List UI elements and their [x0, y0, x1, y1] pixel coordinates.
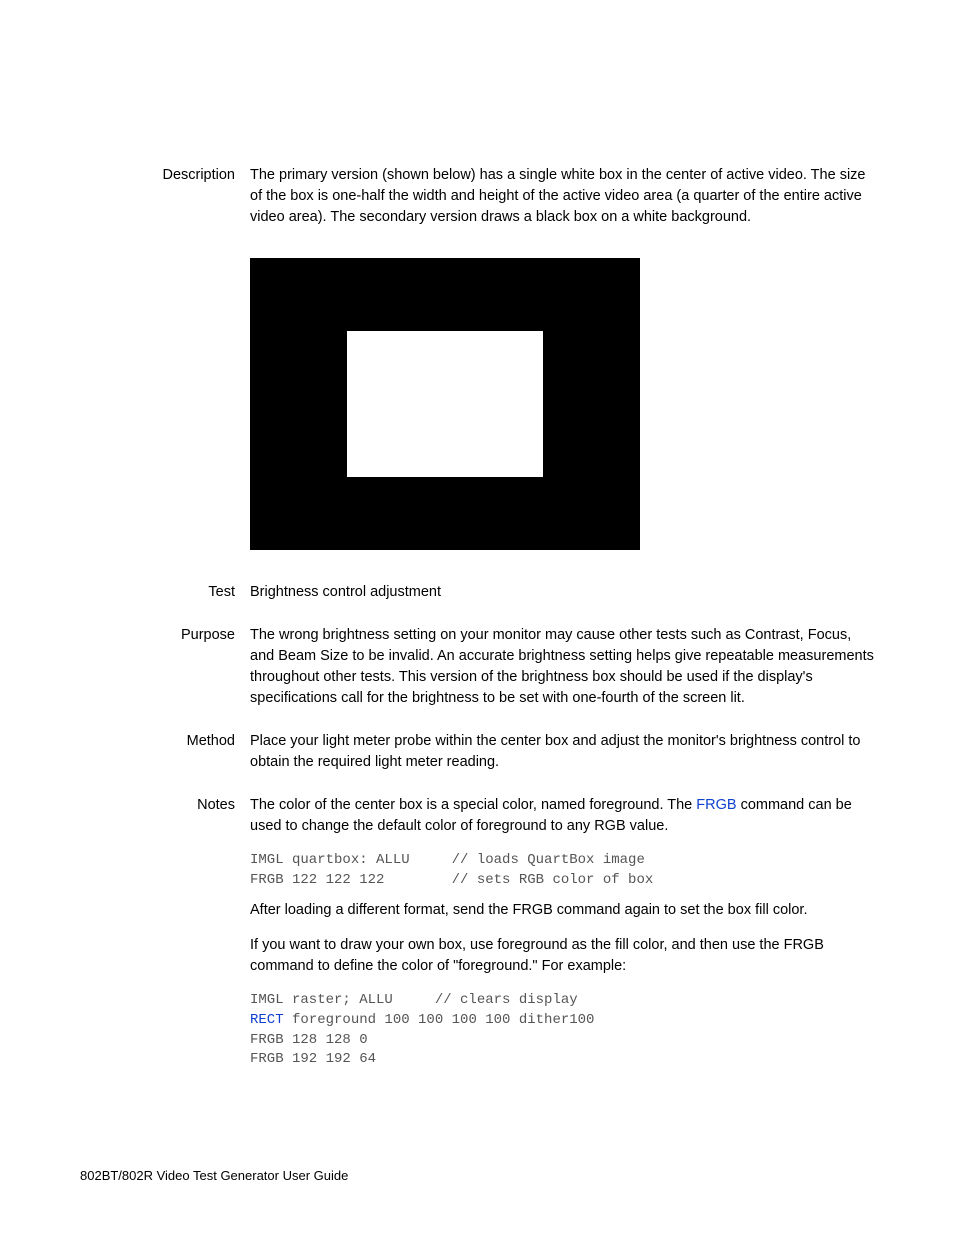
quartbox-white-center	[347, 331, 543, 477]
purpose-text: The wrong brightness setting on your mon…	[250, 625, 874, 709]
rect-link[interactable]: RECT	[250, 1012, 284, 1028]
description-row: Description The primary version (shown b…	[80, 165, 874, 228]
notes-row: Notes The color of the center box is a s…	[80, 795, 874, 1080]
figure-row	[80, 250, 874, 560]
purpose-row: Purpose The wrong brightness setting on …	[80, 625, 874, 709]
notes-p3: If you want to draw your own box, use fo…	[250, 935, 874, 977]
code2-line4: FRGB 192 192 64	[250, 1051, 376, 1067]
notes-p1-before: The color of the center box is a special…	[250, 797, 696, 813]
notes-p1: The color of the center box is a special…	[250, 795, 874, 837]
code-block-1: IMGL quartbox: ALLU // loads QuartBox im…	[250, 851, 874, 890]
page-footer: 802BT/802R Video Test Generator User Gui…	[80, 1168, 348, 1183]
description-text: The primary version (shown below) has a …	[250, 165, 874, 228]
test-label: Test	[80, 582, 250, 603]
notes-label: Notes	[80, 795, 250, 1080]
description-label: Description	[80, 165, 250, 228]
code-block-2: IMGL raster; ALLU // clears display RECT…	[250, 991, 874, 1069]
purpose-label: Purpose	[80, 625, 250, 709]
code2-line3: FRGB 128 128 0	[250, 1032, 368, 1048]
code2-line2-rest: foreground 100 100 100 100 dither100	[284, 1012, 595, 1028]
quartbox-figure	[250, 258, 874, 550]
method-text: Place your light meter probe within the …	[250, 731, 874, 773]
code2-line1: IMGL raster; ALLU // clears display	[250, 992, 578, 1008]
test-row: Test Brightness control adjustment	[80, 582, 874, 603]
notes-p2: After loading a different format, send t…	[250, 900, 874, 921]
method-label: Method	[80, 731, 250, 773]
notes-content: The color of the center box is a special…	[250, 795, 874, 1080]
frgb-link[interactable]: FRGB	[696, 797, 736, 813]
quartbox-black-bg	[250, 258, 640, 550]
method-row: Method Place your light meter probe with…	[80, 731, 874, 773]
page-content: Description The primary version (shown b…	[0, 0, 954, 1080]
test-text: Brightness control adjustment	[250, 582, 874, 603]
